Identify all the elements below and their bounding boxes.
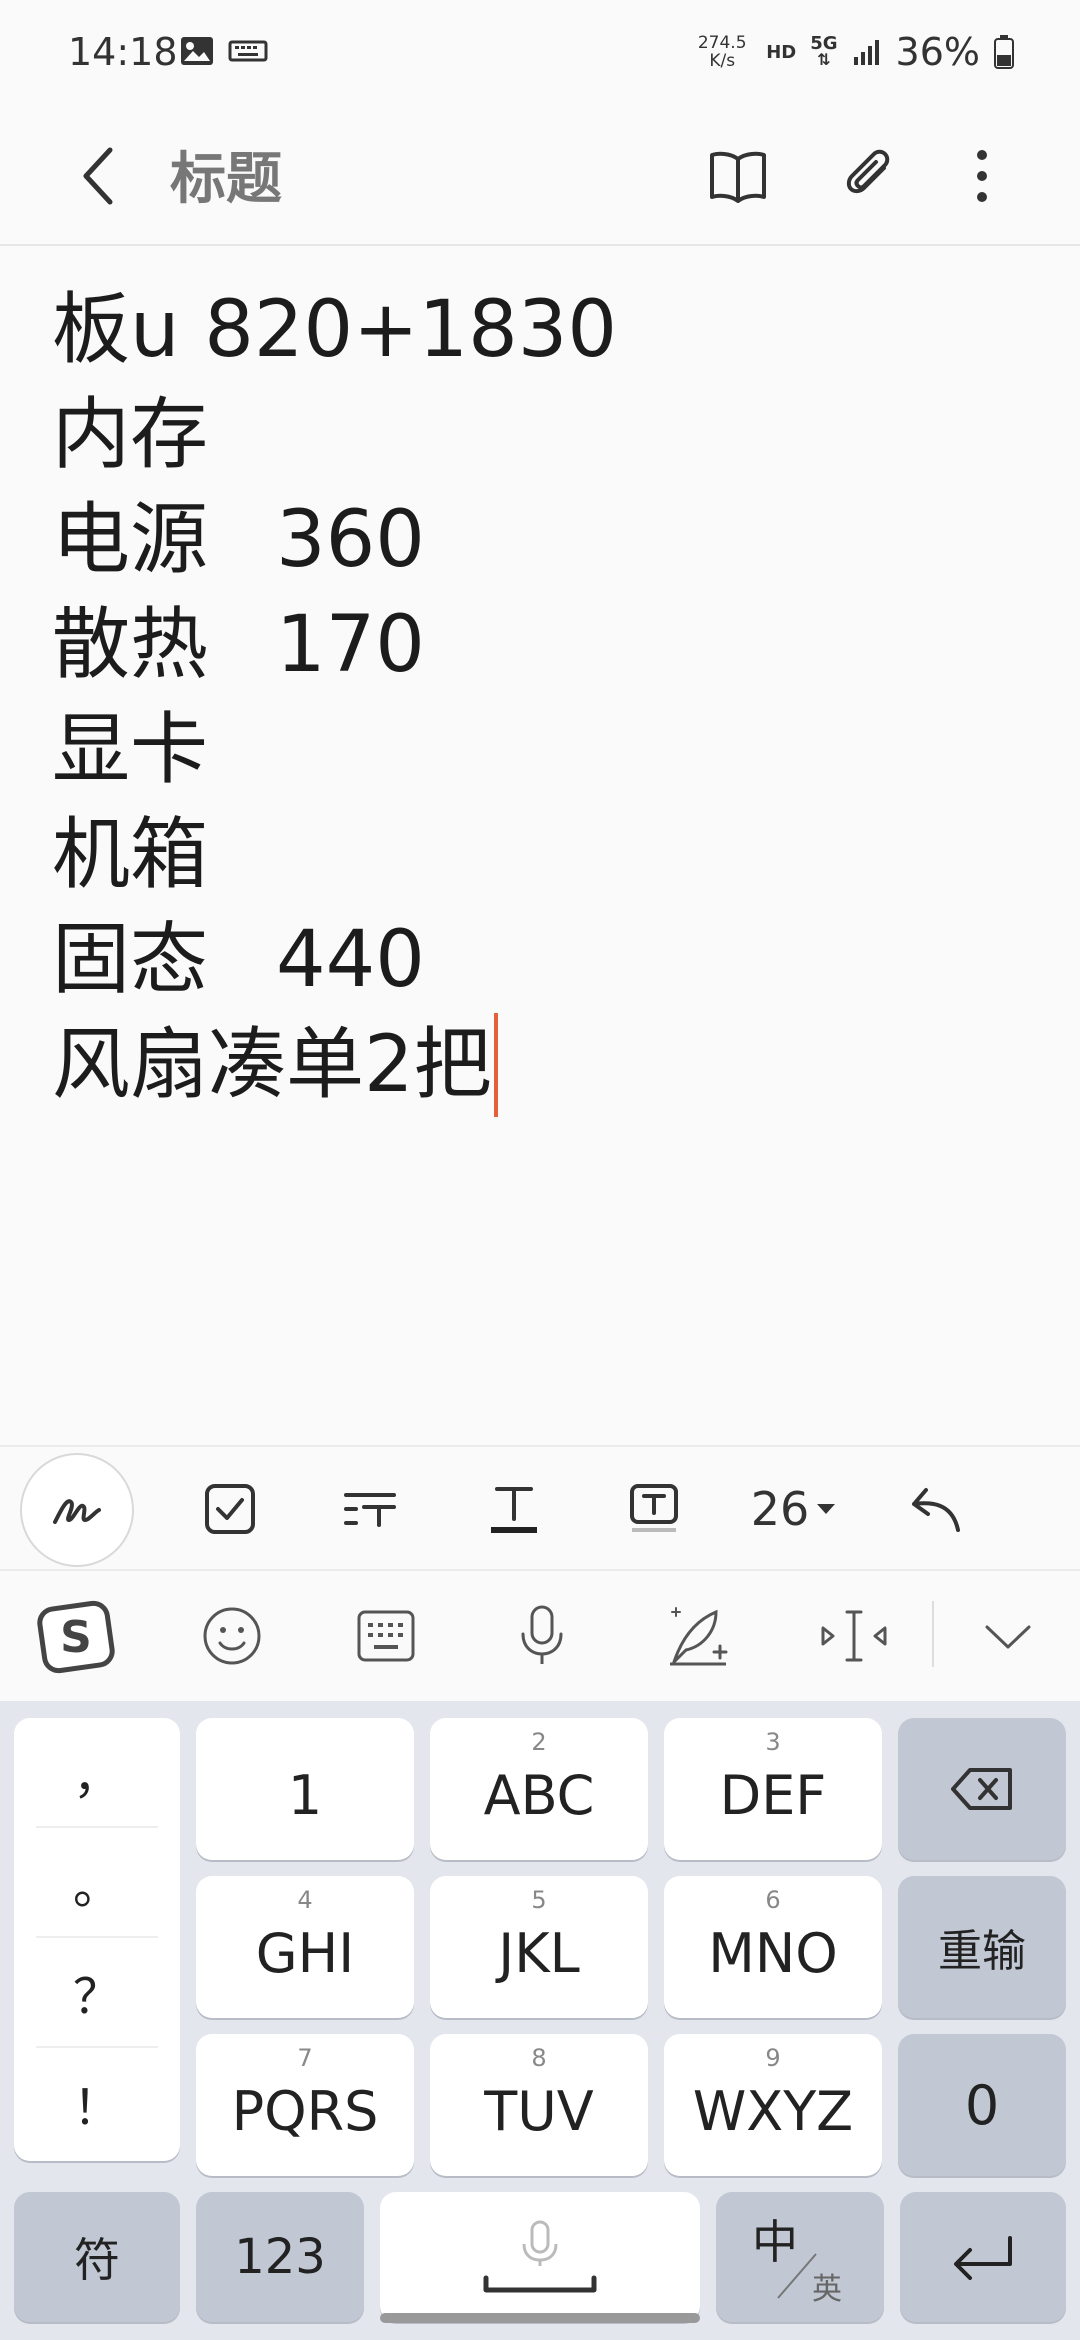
pen-icon [53, 1499, 101, 1524]
keyboard-icon [357, 1610, 415, 1662]
net-speed: 274.5 K/s [697, 33, 747, 71]
voice-input-button[interactable] [502, 1596, 582, 1676]
status-bar: 14:18 274.5 K/s HD 5G ⇅ 36% [0, 0, 1080, 110]
enter-icon [954, 2236, 1012, 2280]
punct-exclaim-key[interactable]: ！ [36, 2048, 158, 2158]
text-style-icon [344, 1493, 396, 1527]
text-cursor-icon [821, 1610, 887, 1662]
backspace-key[interactable] [898, 1718, 1066, 1860]
paperclip-icon [846, 149, 890, 194]
note-body[interactable]: 板u 820+1830 内存 电源 360 散热 170 显卡 机箱 固态 440 风… [52, 278, 1032, 1118]
checkbox-icon [205, 1484, 255, 1534]
more-vertical-icon [977, 150, 987, 202]
text-format-icon [491, 1487, 537, 1533]
emoji-icon [203, 1607, 261, 1665]
t9-keyboard: ， 。 ？ ！ 1 2 ABC 3 DEF 4 GHI 5 JKL 6 MNO … [0, 1701, 1080, 2340]
network-indicator: 5G ⇅ [810, 33, 838, 69]
note-line: 散热 170 [52, 600, 425, 690]
space-key[interactable] [380, 2192, 700, 2322]
space-mic-icon [483, 2220, 597, 2293]
signal-icon [853, 40, 879, 65]
note-line: 板u 820+1830 [52, 285, 617, 375]
key-9-wxyz[interactable]: 9 WXYZ [664, 2034, 882, 2176]
undo-icon [912, 1488, 960, 1532]
gallery-icon [181, 37, 213, 65]
key-0[interactable]: 0 [898, 2034, 1066, 2176]
hide-keyboard-button[interactable] [968, 1596, 1048, 1676]
more-options-button[interactable] [942, 136, 1022, 216]
ime-logo-button[interactable]: S [36, 1596, 116, 1676]
key-1[interactable]: 1 [196, 1718, 414, 1860]
battery-icon [994, 35, 1014, 69]
punct-period-key[interactable]: 。 [36, 1828, 158, 1938]
backspace-icon [951, 1768, 1012, 1810]
book-icon [710, 151, 766, 203]
paragraph-style-button[interactable] [330, 1459, 410, 1559]
font-size-dropdown[interactable]: 26 [744, 1459, 844, 1559]
format-toolbar: 26 [0, 1445, 1080, 1571]
keyboard-status-icon [228, 40, 268, 62]
quill-icon [670, 1607, 728, 1666]
cursor-move-button[interactable] [814, 1596, 894, 1676]
svg-text:S: S [60, 1612, 92, 1663]
note-line: 机箱 [52, 810, 209, 900]
reinput-key[interactable]: 重输 [898, 1876, 1066, 2018]
keyboard-layout-button[interactable] [346, 1596, 426, 1676]
text-box-icon [630, 1484, 678, 1532]
status-time: 14:18 [68, 30, 178, 74]
text-cursor [493, 1013, 498, 1117]
key-3-def[interactable]: 3 DEF [664, 1718, 882, 1860]
note-header: 标题 [0, 110, 1080, 246]
note-line: 风扇凑单2把 [52, 1013, 1032, 1118]
gesture-bar [380, 2313, 700, 2323]
text-format-button[interactable] [474, 1459, 554, 1559]
hd-indicator: HD [766, 41, 797, 63]
undo-button[interactable] [896, 1459, 976, 1559]
attach-button[interactable] [830, 136, 910, 216]
caret-down-icon [817, 1504, 836, 1514]
separator [932, 1601, 934, 1667]
handwriting-input-button[interactable] [658, 1596, 738, 1676]
back-button[interactable] [58, 136, 138, 216]
punct-comma-key[interactable]: ， [36, 1718, 158, 1828]
checkbox-button[interactable] [190, 1459, 270, 1559]
note-line: 内存 [52, 390, 209, 480]
text-highlight-button[interactable] [614, 1459, 694, 1559]
emoji-button[interactable] [192, 1596, 272, 1676]
note-line: 显卡 [52, 705, 209, 795]
key-2-abc[interactable]: 2 ABC [430, 1718, 648, 1860]
battery-percent: 36% [895, 30, 980, 74]
numbers-key[interactable]: 123 [196, 2192, 364, 2322]
note-line: 固态 440 [52, 915, 425, 1005]
sogou-logo-icon: S [37, 1600, 115, 1674]
key-7-pqrs[interactable]: 7 PQRS [196, 2034, 414, 2176]
note-title[interactable]: 标题 [170, 134, 282, 215]
chevron-down-icon [985, 1625, 1031, 1649]
slash-divider [777, 2253, 817, 2299]
key-8-tuv[interactable]: 8 TUV [430, 2034, 648, 2176]
key-4-ghi[interactable]: 4 GHI [196, 1876, 414, 2018]
ime-toolbar: S [0, 1571, 1080, 1701]
note-line: 电源 360 [52, 495, 425, 585]
key-6-mno[interactable]: 6 MNO [664, 1876, 882, 2018]
punct-question-key[interactable]: ？ [36, 1938, 158, 2048]
reading-mode-button[interactable] [698, 136, 778, 216]
punctuation-column[interactable]: ， 。 ？ ！ [14, 1718, 180, 2161]
enter-key[interactable] [900, 2192, 1066, 2322]
microphone-icon [521, 1605, 563, 1664]
language-toggle-key[interactable]: 中 英 [716, 2192, 884, 2322]
handwriting-button[interactable] [20, 1453, 134, 1567]
key-5-jkl[interactable]: 5 JKL [430, 1876, 648, 2018]
back-arrow-icon [83, 147, 113, 205]
symbols-key[interactable]: 符 [14, 2192, 180, 2322]
